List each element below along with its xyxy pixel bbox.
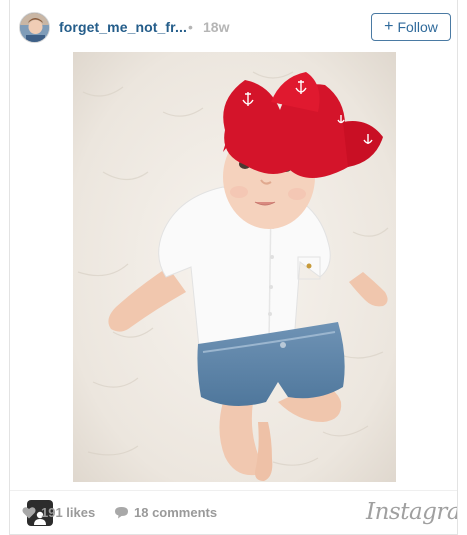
avatar[interactable] — [19, 12, 50, 43]
post-header: forget_me_not_fr... • 18w + Follow — [10, 0, 457, 54]
separator-dot: • — [188, 19, 193, 35]
username-link[interactable]: forget_me_not_fr... — [59, 19, 187, 35]
comments-label: 18 comments — [134, 505, 218, 520]
instagram-logo[interactable]: Instagram — [366, 499, 457, 525]
post-card: forget_me_not_fr... • 18w + Follow 191 l… — [9, 0, 458, 535]
likes-label: 191 likes — [41, 505, 96, 520]
comments-count[interactable]: 18 comments — [114, 505, 217, 520]
follow-button[interactable]: + Follow — [371, 13, 451, 41]
follow-label: Follow — [397, 19, 438, 35]
post-photo[interactable] — [73, 52, 396, 482]
post-footer: 191 likes 18 comments Instagram — [10, 490, 457, 534]
likes-count[interactable]: 191 likes — [22, 505, 95, 520]
post-time[interactable]: 18w — [203, 19, 229, 35]
heart-icon — [22, 507, 36, 519]
photo-container — [10, 52, 457, 526]
comment-bubble-icon — [115, 507, 128, 519]
plus-icon: + — [384, 18, 394, 35]
